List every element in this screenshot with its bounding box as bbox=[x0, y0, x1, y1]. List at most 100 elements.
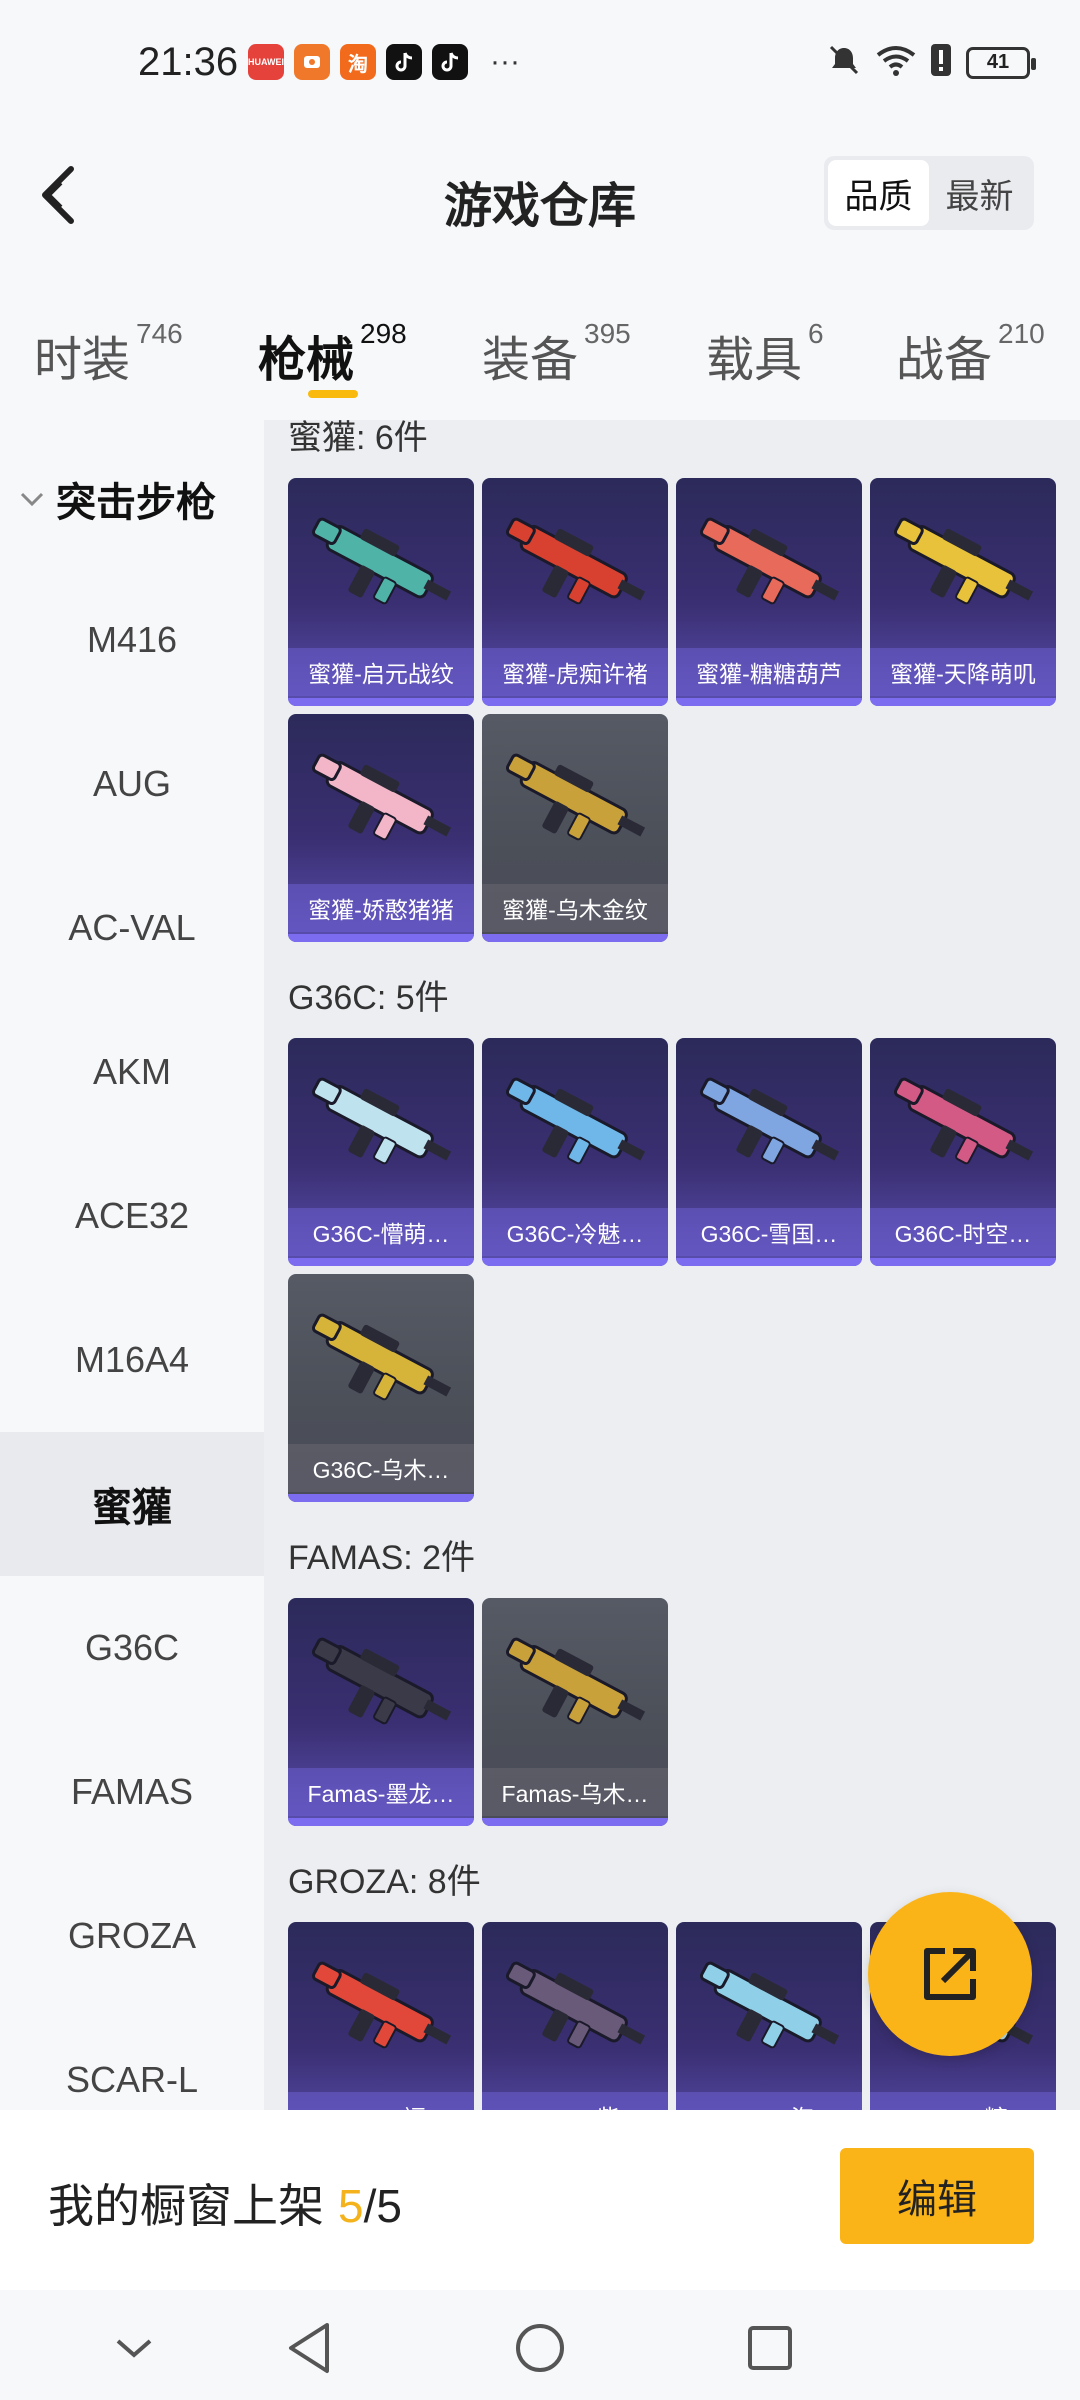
sort-quality-button[interactable]: 品质 bbox=[828, 160, 929, 226]
nav-back-button[interactable] bbox=[280, 2318, 340, 2378]
edit-button[interactable]: 编辑 bbox=[840, 2148, 1034, 2244]
sidebar-item-ace32[interactable]: ACE32 bbox=[0, 1144, 264, 1288]
tab-equipment[interactable]: 装备 395 bbox=[482, 318, 631, 390]
sort-toggle: 品质 最新 bbox=[824, 156, 1034, 230]
sidebar-item-honey-badger[interactable]: 蜜獾 bbox=[0, 1432, 264, 1576]
share-fab-button[interactable] bbox=[868, 1892, 1032, 2056]
weapon-skin-image bbox=[699, 517, 840, 605]
sidebar-item-g36c[interactable]: G36C bbox=[0, 1576, 264, 1720]
more-notifications-icon: ··· bbox=[490, 45, 520, 78]
weapon-skin-label: G36C-乌木… bbox=[288, 1444, 474, 1492]
weapon-skin-card[interactable]: GROZA-福… bbox=[288, 1922, 474, 2110]
weapon-skin-card[interactable]: GROZA-紫… bbox=[482, 1922, 668, 2110]
weapon-skin-label: GROZA-紫… bbox=[482, 2092, 668, 2110]
status-bar: 21:36 HUAWEI 淘 ··· 41 bbox=[0, 0, 1080, 110]
group-title: G36C: 5件 bbox=[288, 979, 449, 1017]
sidebar-item-famas[interactable]: FAMAS bbox=[0, 1720, 264, 1864]
tab-label: 战备 bbox=[896, 334, 993, 387]
battery-icon: 41 bbox=[966, 46, 1036, 79]
showcase-label: 我的橱窗上架 bbox=[48, 2180, 324, 2232]
weapon-skin-image bbox=[311, 1961, 452, 2049]
status-time: 21:36 bbox=[138, 40, 239, 84]
mute-icon bbox=[826, 42, 862, 83]
tab-count: 395 bbox=[584, 318, 631, 349]
tiktok-app-icon bbox=[432, 44, 468, 80]
weapon-skin-image bbox=[505, 1637, 646, 1725]
tab-label: 装备 bbox=[482, 334, 579, 387]
sidebar-item-ac-val[interactable]: AC-VAL bbox=[0, 856, 264, 1000]
weapon-skin-label: G36C-冷魅… bbox=[482, 1208, 668, 1256]
weapon-skin-image bbox=[311, 1077, 452, 1165]
weapon-skin-card[interactable]: G36C-懵萌… bbox=[288, 1038, 474, 1266]
weapon-skin-card[interactable]: G36C-时空… bbox=[870, 1038, 1056, 1266]
taobao-app-icon: 淘 bbox=[340, 44, 376, 80]
share-external-icon bbox=[924, 1948, 976, 2000]
system-nav-bar bbox=[0, 2290, 1080, 2400]
weapon-skin-image bbox=[311, 1313, 452, 1401]
weapon-skin-label: 蜜獾-糖糖葫芦 bbox=[676, 648, 862, 696]
tab-count: 6 bbox=[808, 318, 824, 349]
weapon-skin-label: Famas-乌木… bbox=[482, 1768, 668, 1816]
weapon-skin-label: GROZA-海… bbox=[676, 2092, 862, 2110]
tab-weapons[interactable]: 枪械 298 bbox=[258, 318, 407, 390]
weapon-skin-image bbox=[311, 753, 452, 841]
weapon-skin-label: 蜜獾-娇憨猪猪 bbox=[288, 884, 474, 932]
weapon-skin-label: 蜜獾-天降萌叽 bbox=[870, 648, 1056, 696]
weapon-skin-label: G36C-雪国… bbox=[676, 1208, 862, 1256]
weapon-skin-card[interactable]: 蜜獾-虎痴许褚 bbox=[482, 478, 668, 706]
weapon-skin-card[interactable]: 蜜獾-乌木金纹 bbox=[482, 714, 668, 942]
tab-label: 时装 bbox=[34, 334, 131, 387]
alert-icon bbox=[930, 42, 952, 83]
weapon-skin-label: GROZA-糖… bbox=[870, 2092, 1056, 2110]
sidebar-category-assault-rifles[interactable]: 突击步枪 bbox=[18, 470, 216, 528]
weapon-skin-label: Famas-墨龙… bbox=[288, 1768, 474, 1816]
tab-vehicles[interactable]: 载具 6 bbox=[706, 318, 824, 390]
weapon-skin-image bbox=[505, 517, 646, 605]
tab-combat-gear[interactable]: 战备 210 bbox=[896, 318, 1045, 390]
sort-newest-button[interactable]: 最新 bbox=[929, 160, 1030, 226]
tab-fashion[interactable]: 时装 746 bbox=[34, 318, 183, 390]
weapon-skin-label: 蜜獾-虎痴许褚 bbox=[482, 648, 668, 696]
status-indicators: 41 bbox=[826, 42, 1036, 83]
chevron-down-icon bbox=[20, 492, 44, 507]
sidebar-item-m416[interactable]: M416 bbox=[0, 568, 264, 712]
circle-home-icon bbox=[516, 2324, 564, 2372]
status-app-icons: HUAWEI 淘 ··· bbox=[248, 44, 520, 80]
weapon-skin-card[interactable]: G36C-冷魅… bbox=[482, 1038, 668, 1266]
category-tabs: 时装 746 枪械 298 装备 395 载具 6 战备 210 bbox=[0, 280, 1080, 420]
weapon-skin-image bbox=[893, 517, 1034, 605]
group-title: GROZA: 8件 bbox=[288, 1863, 481, 1901]
nav-home-button[interactable] bbox=[510, 2318, 570, 2378]
weapon-skin-image bbox=[893, 1077, 1034, 1165]
weapon-skin-image bbox=[699, 1077, 840, 1165]
weapon-skin-card[interactable]: G36C-乌木… bbox=[288, 1274, 474, 1502]
weapon-skin-card[interactable]: 蜜獾-娇憨猪猪 bbox=[288, 714, 474, 942]
weapon-skin-card[interactable]: Famas-墨龙… bbox=[288, 1598, 474, 1826]
weapon-skin-card[interactable]: GROZA-海… bbox=[676, 1922, 862, 2110]
group-title: 蜜獾: 6件 bbox=[288, 420, 428, 457]
weapon-sidebar: 突击步枪 M416 AUG AC-VAL AKM ACE32 M16A4 蜜獾 … bbox=[0, 420, 264, 2110]
tab-count: 210 bbox=[998, 318, 1045, 349]
showcase-bar: 我的橱窗上架 5 /5 编辑 bbox=[0, 2110, 1080, 2290]
weapon-skin-card[interactable]: G36C-雪国… bbox=[676, 1038, 862, 1266]
weapon-skin-image bbox=[505, 1077, 646, 1165]
sidebar-category-label: 突击步枪 bbox=[56, 481, 216, 525]
sidebar-item-akm[interactable]: AKM bbox=[0, 1000, 264, 1144]
group-title: FAMAS: 2件 bbox=[288, 1539, 476, 1577]
active-tab-indicator bbox=[308, 390, 358, 398]
sidebar-item-aug[interactable]: AUG bbox=[0, 712, 264, 856]
showcase-total-count: /5 bbox=[363, 2180, 402, 2232]
nav-collapse-button[interactable] bbox=[104, 2318, 164, 2378]
sidebar-item-m16a4[interactable]: M16A4 bbox=[0, 1288, 264, 1432]
nav-recents-button[interactable] bbox=[740, 2318, 800, 2378]
wifi-icon bbox=[876, 43, 916, 82]
weapon-skin-card[interactable]: Famas-乌木… bbox=[482, 1598, 668, 1826]
sidebar-item-scar-l[interactable]: SCAR-L bbox=[0, 2008, 264, 2110]
weapon-skin-card[interactable]: 蜜獾-启元战纹 bbox=[288, 478, 474, 706]
store-app-icon bbox=[294, 44, 330, 80]
showcase-current-count: 5 bbox=[338, 2180, 364, 2232]
weapon-skin-card[interactable]: 蜜獾-糖糖葫芦 bbox=[676, 478, 862, 706]
weapon-skin-card[interactable]: 蜜獾-天降萌叽 bbox=[870, 478, 1056, 706]
sidebar-item-groza[interactable]: GROZA bbox=[0, 1864, 264, 2008]
weapon-skin-image bbox=[311, 1637, 452, 1725]
